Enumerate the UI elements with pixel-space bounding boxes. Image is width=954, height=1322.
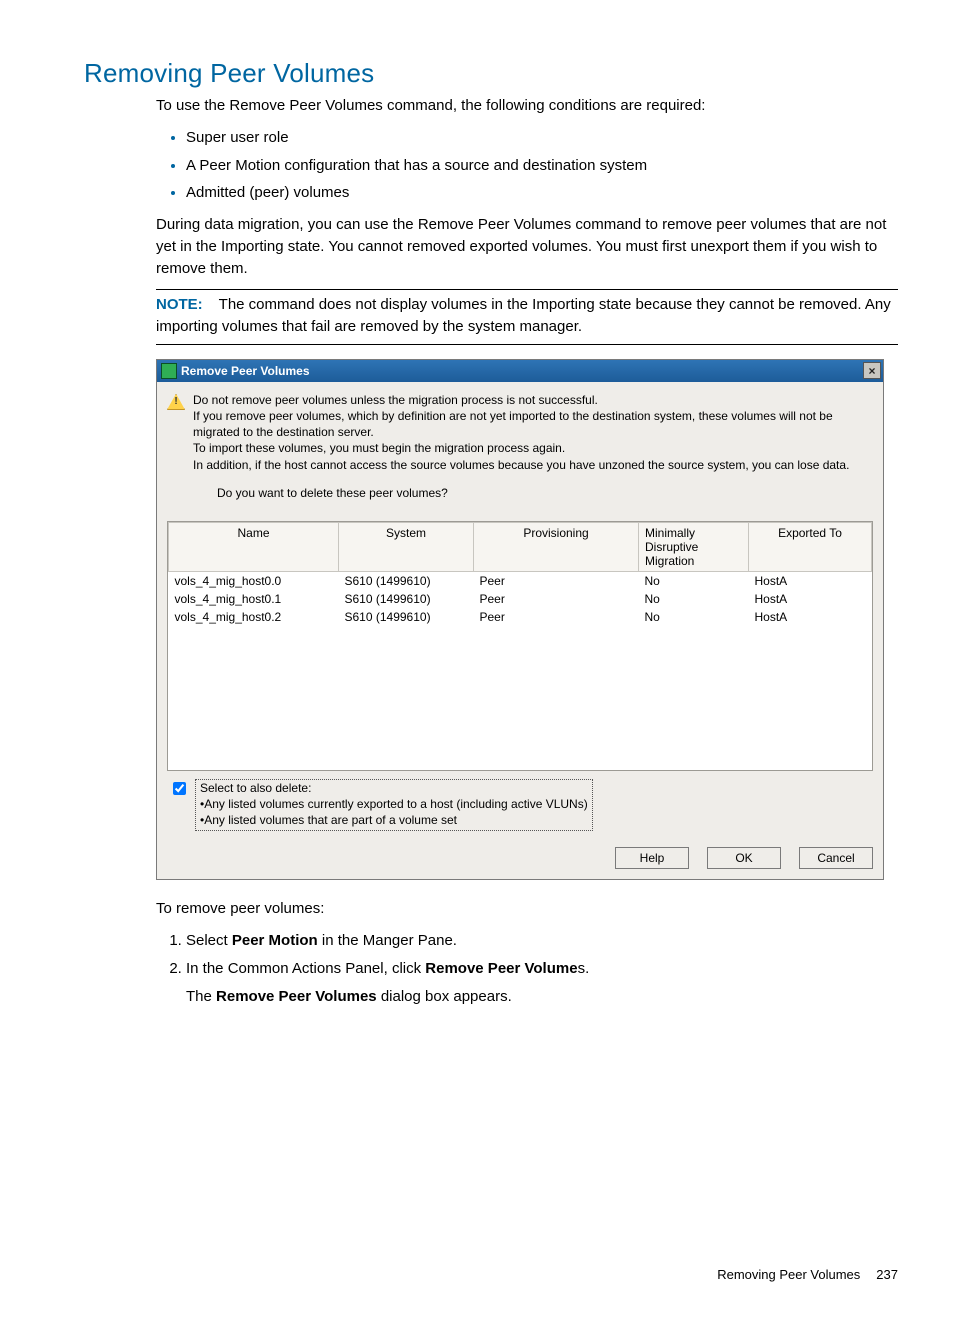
cell-name: vols_4_mig_host0.0 [169, 571, 339, 590]
confirm-question: Do you want to delete these peer volumes… [217, 485, 873, 501]
table-row[interactable]: vols_4_mig_host0.1 S610 (1499610) Peer N… [169, 590, 872, 608]
cell-exp: HostA [749, 590, 872, 608]
also-delete-group: Select to also delete: •Any listed volum… [195, 779, 593, 832]
list-item: Super user role [186, 127, 898, 149]
dialog-title-text: Remove Peer Volumes [181, 364, 310, 378]
steps-list: Select Peer Motion in the Manger Pane. I… [186, 930, 898, 1007]
step-text: Select [186, 932, 232, 949]
step-bold: Peer Motion [232, 932, 318, 949]
warning-line: In addition, if the host cannot access t… [193, 457, 873, 473]
list-item: In the Common Actions Panel, click Remov… [186, 958, 898, 1008]
steps-intro: To remove peer volumes: [156, 898, 898, 920]
warning-icon: ! [167, 394, 185, 410]
step-text: dialog box appears. [377, 988, 512, 1005]
note-label: NOTE: [156, 296, 203, 313]
page-footer: Removing Peer Volumes 237 [84, 1267, 898, 1282]
also-delete-item: Any listed volumes currently exported to… [204, 797, 588, 811]
cell-prov: Peer [474, 608, 639, 626]
intro-paragraph: To use the Remove Peer Volumes command, … [156, 95, 898, 117]
list-item: Admitted (peer) volumes [186, 182, 898, 204]
list-item: Select Peer Motion in the Manger Pane. [186, 930, 898, 952]
cell-name: vols_4_mig_host0.2 [169, 608, 339, 626]
requirements-list: Super user role A Peer Motion configurat… [186, 127, 898, 204]
cell-name: vols_4_mig_host0.1 [169, 590, 339, 608]
warning-text: Do not remove peer volumes unless the mi… [193, 392, 873, 509]
table-row[interactable]: vols_4_mig_host0.0 S610 (1499610) Peer N… [169, 571, 872, 590]
page-title: Removing Peer Volumes [84, 58, 898, 89]
footer-title: Removing Peer Volumes [717, 1267, 860, 1282]
app-icon [161, 363, 177, 379]
close-icon[interactable]: × [863, 362, 881, 379]
cell-system: S610 (1499610) [339, 608, 474, 626]
help-button[interactable]: Help [615, 847, 689, 869]
also-delete-label: Select to also delete: [200, 780, 588, 796]
also-delete-item: Any listed volumes that are part of a vo… [204, 813, 457, 827]
col-provisioning[interactable]: Provisioning [474, 522, 639, 571]
col-name[interactable]: Name [169, 522, 339, 571]
note-text: The command does not display volumes in … [156, 296, 891, 335]
body-paragraph: During data migration, you can use the R… [156, 214, 898, 279]
step-text: s. [578, 960, 590, 977]
list-item: A Peer Motion configuration that has a s… [186, 155, 898, 177]
warning-line: If you remove peer volumes, which by def… [193, 408, 873, 440]
table-row[interactable]: vols_4_mig_host0.2 S610 (1499610) Peer N… [169, 608, 872, 626]
col-mdm[interactable]: Minimally Disruptive Migration [639, 522, 749, 571]
step-text: The [186, 988, 216, 1005]
warning-line: Do not remove peer volumes unless the mi… [193, 392, 873, 408]
col-system[interactable]: System [339, 522, 474, 571]
cell-exp: HostA [749, 571, 872, 590]
cell-mdm: No [639, 571, 749, 590]
cancel-button[interactable]: Cancel [799, 847, 873, 869]
cell-mdm: No [639, 590, 749, 608]
dialog-button-row: Help OK Cancel [157, 837, 883, 879]
volumes-table: Name System Provisioning Minimally Disru… [167, 521, 873, 771]
cell-prov: Peer [474, 571, 639, 590]
step-text: In the Common Actions Panel, click [186, 960, 425, 977]
note-block: NOTE:The command does not display volume… [156, 289, 898, 345]
cell-prov: Peer [474, 590, 639, 608]
remove-peer-volumes-dialog: Remove Peer Volumes × ! Do not remove pe… [156, 359, 884, 881]
step-bold: Remove Peer Volume [425, 960, 577, 977]
cell-exp: HostA [749, 608, 872, 626]
warning-line: To import these volumes, you must begin … [193, 440, 873, 456]
step-bold: Remove Peer Volumes [216, 988, 377, 1005]
cell-system: S610 (1499610) [339, 571, 474, 590]
cell-system: S610 (1499610) [339, 590, 474, 608]
step-text: in the Manger Pane. [318, 932, 457, 949]
footer-page: 237 [876, 1267, 898, 1282]
also-delete-checkbox[interactable] [173, 782, 186, 795]
dialog-titlebar: Remove Peer Volumes × [157, 360, 883, 382]
col-exported[interactable]: Exported To [749, 522, 872, 571]
ok-button[interactable]: OK [707, 847, 781, 869]
cell-mdm: No [639, 608, 749, 626]
